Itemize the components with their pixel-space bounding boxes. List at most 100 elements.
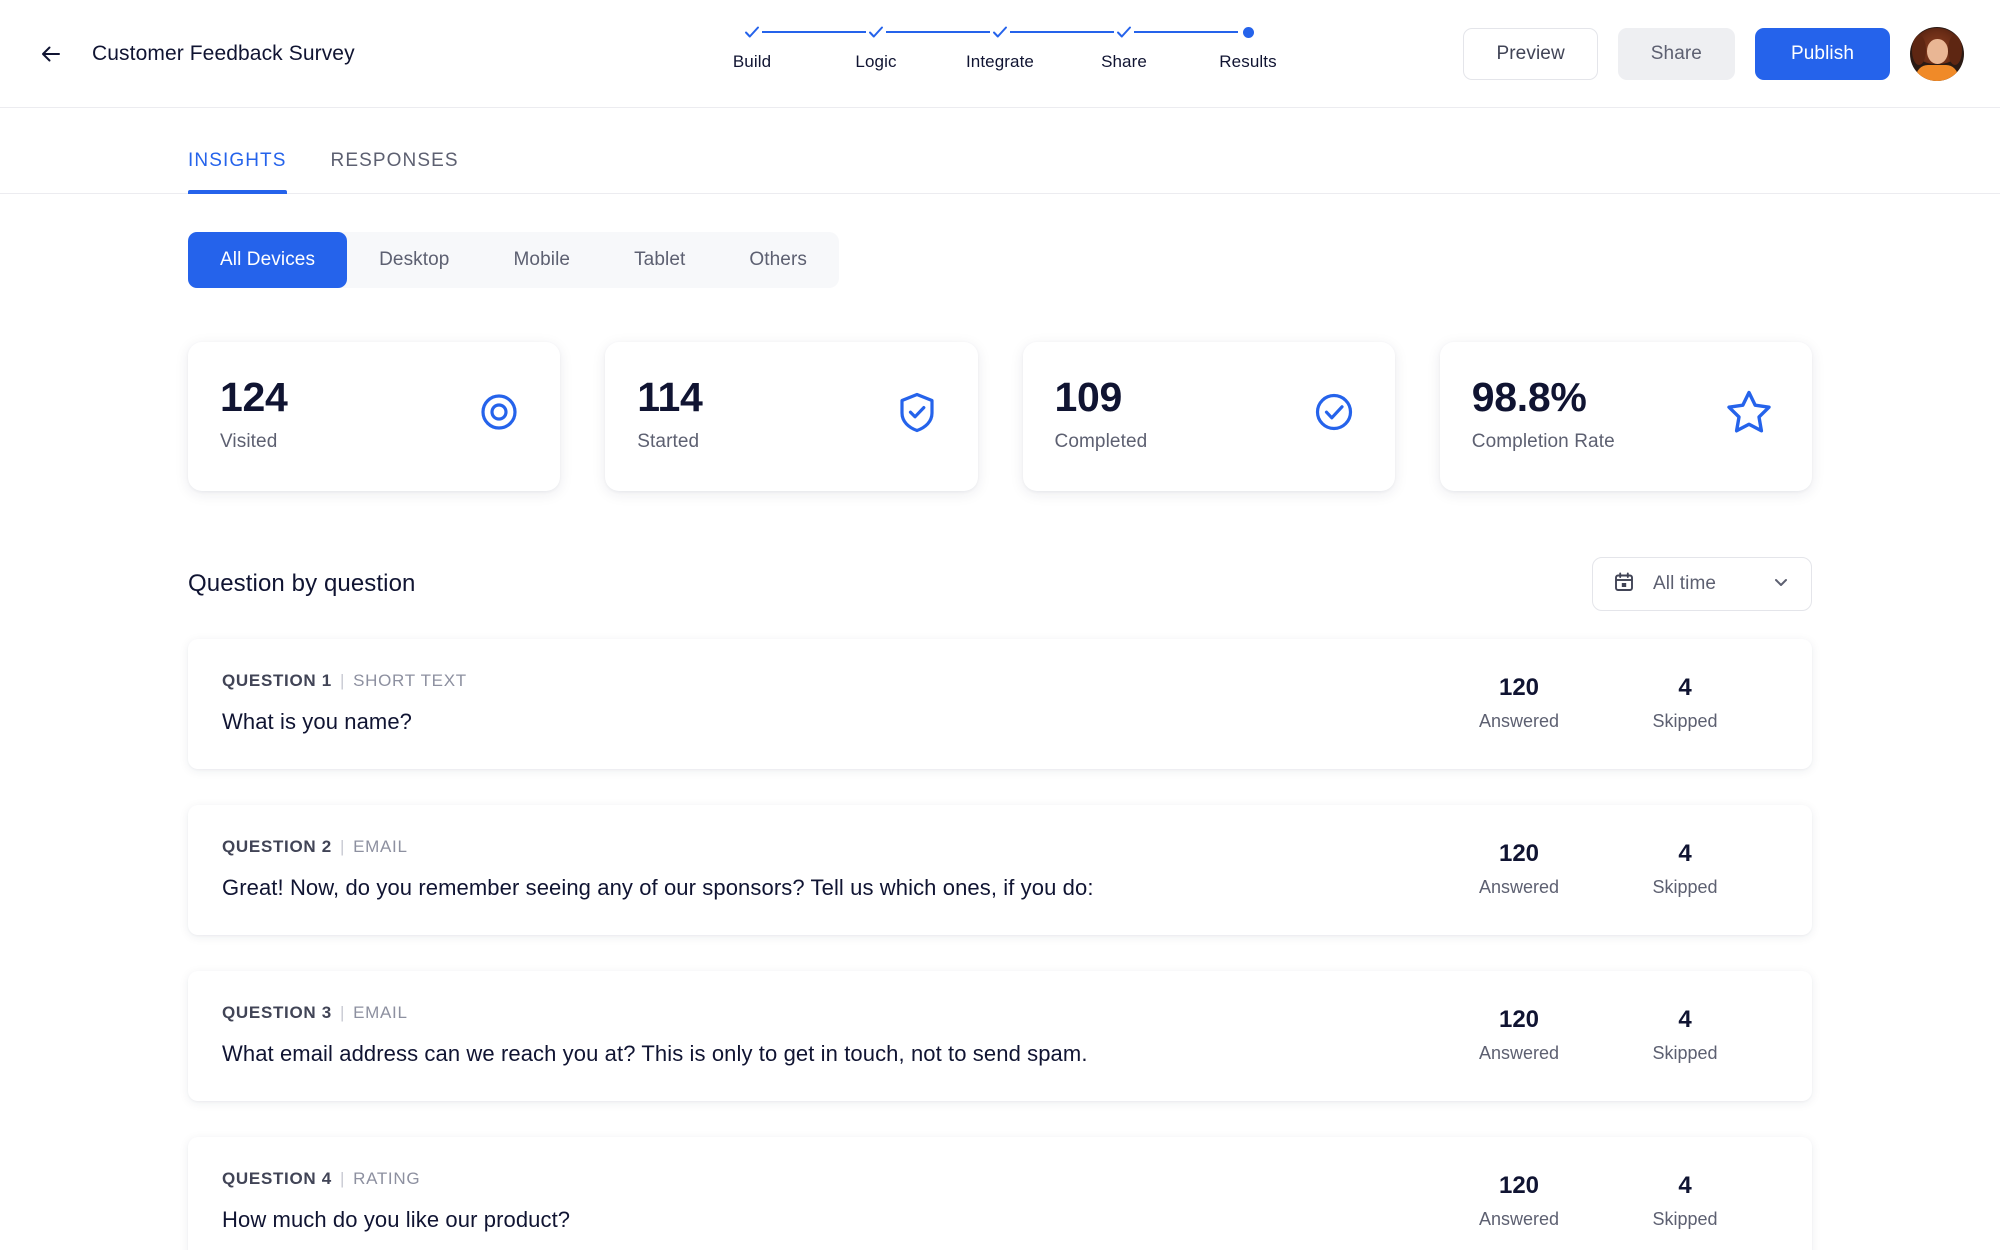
question-stats: 120 Answered 4 Skipped [1436, 840, 1768, 898]
check-icon [866, 22, 886, 42]
device-filter-group: All Devices Desktop Mobile Tablet Others [188, 232, 839, 288]
question-section-header: Question by question All time [188, 557, 1812, 612]
answered-count: 120 [1498, 1006, 1540, 1034]
question-meta: QUESTION 1 | SHORT TEXT [222, 671, 1436, 691]
step-label: Share [1101, 52, 1147, 71]
wizard-stepper: Build Logic Integrate Share Results [690, 22, 1310, 72]
table-row[interactable]: QUESTION 3 | EMAIL What email address can … [188, 971, 1812, 1102]
step-share[interactable]: Share [1062, 22, 1241, 72]
step-logic[interactable]: Logic [814, 22, 993, 72]
meta-separator: | [339, 1003, 346, 1023]
answered-stat: 120 Answered [1436, 1006, 1602, 1064]
date-range-value: All time [1653, 573, 1717, 595]
skipped-count: 4 [1678, 674, 1692, 702]
question-list: QUESTION 1 | SHORT TEXT What is you name? … [188, 639, 1812, 1250]
device-filter-mobile[interactable]: Mobile [481, 232, 602, 288]
step-results[interactable]: Results [1186, 22, 1310, 72]
check-icon [742, 22, 762, 42]
question-stats: 120 Answered 4 Skipped [1436, 1006, 1768, 1064]
device-filter-others[interactable]: Others [717, 232, 839, 288]
answered-count: 120 [1498, 1172, 1540, 1200]
device-filter-desktop[interactable]: Desktop [347, 232, 481, 288]
tab-responses[interactable]: RESPONSES [331, 150, 459, 193]
tab-insights[interactable]: INSIGHTS [188, 150, 287, 194]
preview-button[interactable]: Preview [1463, 27, 1598, 80]
skipped-stat: 4 Skipped [1602, 840, 1768, 898]
skipped-count: 4 [1678, 840, 1692, 868]
stat-text-group: 114 Started [637, 374, 703, 453]
answered-caption: Answered [1478, 877, 1560, 898]
share-button[interactable]: Share [1617, 27, 1735, 80]
step-label: Integrate [965, 52, 1034, 71]
answered-caption: Answered [1478, 711, 1560, 732]
step-connector-line [759, 31, 869, 33]
question-meta: QUESTION 2 | EMAIL [222, 837, 1436, 857]
skipped-stat: 4 Skipped [1602, 674, 1768, 732]
question-main: QUESTION 4 | RATING How much do you like o… [222, 1169, 1436, 1233]
answered-caption: Answered [1478, 1043, 1560, 1064]
meta-separator: | [339, 671, 346, 691]
table-row[interactable]: QUESTION 1 | SHORT TEXT What is you name? … [188, 639, 1812, 770]
avatar[interactable] [1910, 26, 1964, 81]
date-range-select[interactable]: All time [1592, 557, 1812, 612]
question-number: QUESTION 4 [222, 1169, 332, 1189]
answered-count: 120 [1498, 674, 1540, 702]
stat-card-completion-rate: 98.8% Completion Rate [1439, 342, 1812, 492]
step-marker-row [690, 22, 869, 42]
stat-value: 109 [1054, 374, 1123, 420]
device-filter-all-devices[interactable]: All Devices [188, 232, 348, 288]
back-button[interactable] [34, 37, 68, 71]
question-main: QUESTION 1 | SHORT TEXT What is you name? [222, 671, 1436, 735]
star-outline-icon [1722, 385, 1776, 444]
question-type: EMAIL [353, 837, 408, 857]
question-text: What email address can we reach you at? … [222, 1041, 1088, 1067]
question-type: SHORT TEXT [353, 671, 467, 691]
skipped-stat: 4 Skipped [1602, 1172, 1768, 1230]
device-filter-tablet[interactable]: Tablet [602, 232, 717, 288]
check-icon [990, 22, 1010, 42]
header-left-group: Customer Feedback Survey [0, 37, 355, 71]
stat-text-group: 98.8% Completion Rate [1471, 374, 1615, 453]
step-build[interactable]: Build [690, 22, 869, 72]
question-number: QUESTION 1 [222, 671, 332, 691]
stat-card-visited: 124 Visited [188, 342, 561, 492]
skipped-stat: 4 Skipped [1602, 1006, 1768, 1064]
stat-text-group: 109 Completed [1054, 374, 1148, 453]
skipped-count: 4 [1678, 1172, 1692, 1200]
step-label: Logic [855, 52, 897, 71]
table-row[interactable]: QUESTION 4 | RATING How much do you like o… [188, 1137, 1812, 1250]
step-label: Results [1219, 52, 1277, 71]
publish-button[interactable]: Publish [1754, 27, 1890, 80]
stat-value: 114 [637, 374, 703, 420]
question-text: What is you name? [222, 709, 413, 735]
app-header: Customer Feedback Survey Build Logic Int… [0, 0, 2000, 108]
section-title: Question by question [188, 570, 416, 598]
question-stats: 120 Answered 4 Skipped [1436, 1172, 1768, 1230]
meta-separator: | [339, 1169, 346, 1189]
header-actions: Preview Share Publish [1463, 26, 2000, 81]
question-main: QUESTION 3 | EMAIL What email address can … [222, 1003, 1436, 1067]
question-type: EMAIL [353, 1003, 408, 1023]
chevron-down-icon [1771, 572, 1791, 597]
table-row[interactable]: QUESTION 2 | EMAIL Great! Now, do you reme… [188, 805, 1812, 936]
answered-count: 120 [1498, 840, 1540, 868]
question-stats: 120 Answered 4 Skipped [1436, 674, 1768, 732]
step-connector-line [1131, 31, 1241, 33]
stat-label: Completion Rate [1471, 431, 1615, 453]
meta-separator: | [339, 837, 346, 857]
answered-stat: 120 Answered [1436, 840, 1602, 898]
step-connector-line [1007, 31, 1117, 33]
stat-label: Completed [1054, 431, 1148, 453]
step-integrate[interactable]: Integrate [938, 22, 1117, 72]
stat-value: 98.8% [1471, 374, 1587, 420]
skipped-caption: Skipped [1652, 1043, 1718, 1064]
target-circle-icon [474, 387, 524, 442]
insights-content: All Devices Desktop Mobile Tablet Others… [0, 194, 2000, 1250]
shield-check-icon [892, 387, 942, 442]
skipped-caption: Skipped [1652, 877, 1718, 898]
calendar-icon [1613, 571, 1635, 598]
stat-card-completed: 109 Completed [1022, 342, 1395, 492]
step-connector-line [883, 31, 993, 33]
question-meta: QUESTION 4 | RATING [222, 1169, 1436, 1189]
results-tabbar: INSIGHTS RESPONSES [0, 108, 2000, 194]
